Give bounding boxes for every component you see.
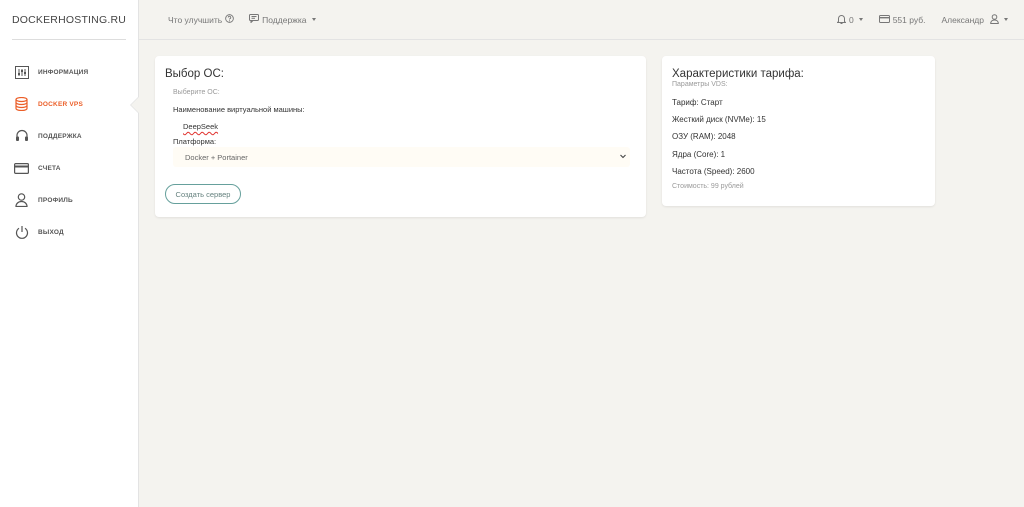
spec-cores: Ядра (Core): 1 — [672, 150, 726, 159]
tariff-card-title: Характеристики тарифа: — [672, 68, 804, 80]
chevron-down-icon — [619, 152, 627, 162]
sidebar: DOCKERHOSTING.RU ИНФОРМАЦИЯ DOCKER VPS П… — [0, 0, 139, 507]
improve-label: Что улучшить — [168, 14, 223, 25]
os-card-subtitle: Выберите ОС: — [173, 89, 220, 96]
sidebar-item-info[interactable]: ИНФОРМАЦИЯ — [0, 56, 138, 88]
bell-icon — [836, 14, 847, 26]
headset-icon — [14, 129, 29, 144]
credit-card-icon — [14, 161, 29, 176]
tariff-card-subtitle: Параметры VDS: — [672, 81, 728, 88]
spec-speed: Частота (Speed): 2600 — [672, 167, 755, 176]
sidebar-nav: ИНФОРМАЦИЯ DOCKER VPS ПОДДЕРЖКА СЧЕТА ПР… — [0, 56, 139, 248]
balance-value: 551 руб. — [892, 14, 926, 25]
chevron-down-icon — [311, 18, 316, 21]
chevron-down-icon — [1004, 18, 1008, 21]
sidebar-item-docker-vps[interactable]: DOCKER VPS — [0, 88, 139, 120]
database-icon — [14, 97, 29, 112]
user-icon — [14, 193, 29, 208]
sidebar-item-invoices[interactable]: СЧЕТА — [0, 152, 138, 184]
user-name: Александр — [941, 14, 984, 25]
chat-icon — [249, 14, 260, 25]
power-icon — [14, 225, 29, 240]
spec-tariff: Тариф: Старт — [672, 98, 723, 107]
notifications-dropdown[interactable]: 0 — [836, 14, 863, 26]
sidebar-item-label: ИНФОРМАЦИЯ — [38, 68, 89, 76]
vm-name-label: Наименование виртуальной машины: — [173, 105, 305, 114]
topbar-right: 0 551 руб. Александр — [836, 13, 1024, 26]
help-circle-icon — [225, 14, 234, 25]
notifications-count: 0 — [848, 14, 854, 25]
wallet-icon — [878, 14, 890, 25]
user-icon — [990, 13, 999, 26]
improve-link[interactable]: Что улучшить — [168, 14, 234, 25]
spec-disk: Жесткий диск (NVMe): 15 — [672, 115, 766, 124]
platform-selected-value: Docker + Portainer — [185, 152, 248, 162]
sidebar-item-label: ПОДДЕРЖКА — [38, 132, 82, 140]
platform-label: Платформа: — [173, 137, 217, 146]
sidebar-item-support[interactable]: ПОДДЕРЖКА — [0, 120, 138, 152]
active-caret — [131, 97, 139, 113]
topbar-left: Что улучшить Поддержка — [139, 14, 316, 25]
chevron-down-icon — [858, 18, 863, 21]
tariff-card: Характеристики тарифа: Параметры VDS: Та… — [662, 56, 935, 206]
os-select-card: Выбор ОС: Выберите ОС: Наименование вирт… — [155, 56, 646, 217]
logo[interactable]: DOCKERHOSTING.RU — [0, 0, 138, 40]
vm-name-field[interactable]: DeepSeek — [183, 122, 218, 131]
balance-link[interactable]: 551 руб. — [878, 14, 926, 25]
sliders-icon — [14, 65, 29, 80]
tariff-cost: Стоимость: 99 рублей — [672, 183, 744, 190]
os-card-title: Выбор ОС: — [165, 68, 224, 80]
sidebar-item-logout[interactable]: ВЫХОД — [0, 216, 138, 248]
create-server-button[interactable]: Создать сервер — [165, 184, 241, 204]
sidebar-item-label: СЧЕТА — [38, 164, 61, 172]
sidebar-item-profile[interactable]: ПРОФИЛЬ — [0, 184, 138, 216]
spec-ram: ОЗУ (RAM): 2048 — [672, 132, 736, 141]
platform-select[interactable]: Docker + Portainer — [173, 147, 630, 167]
support-dropdown[interactable]: Поддержка — [249, 14, 316, 25]
user-dropdown[interactable]: Александр — [941, 13, 1008, 26]
sidebar-item-label: ПРОФИЛЬ — [38, 196, 73, 204]
sidebar-item-label: DOCKER VPS — [38, 100, 83, 108]
sidebar-item-label: ВЫХОД — [38, 228, 64, 236]
support-label: Поддержка — [262, 14, 307, 25]
topbar: Что улучшить Поддержка 0 551 руб. Алекса… — [139, 0, 1024, 40]
logo-divider — [12, 39, 126, 40]
